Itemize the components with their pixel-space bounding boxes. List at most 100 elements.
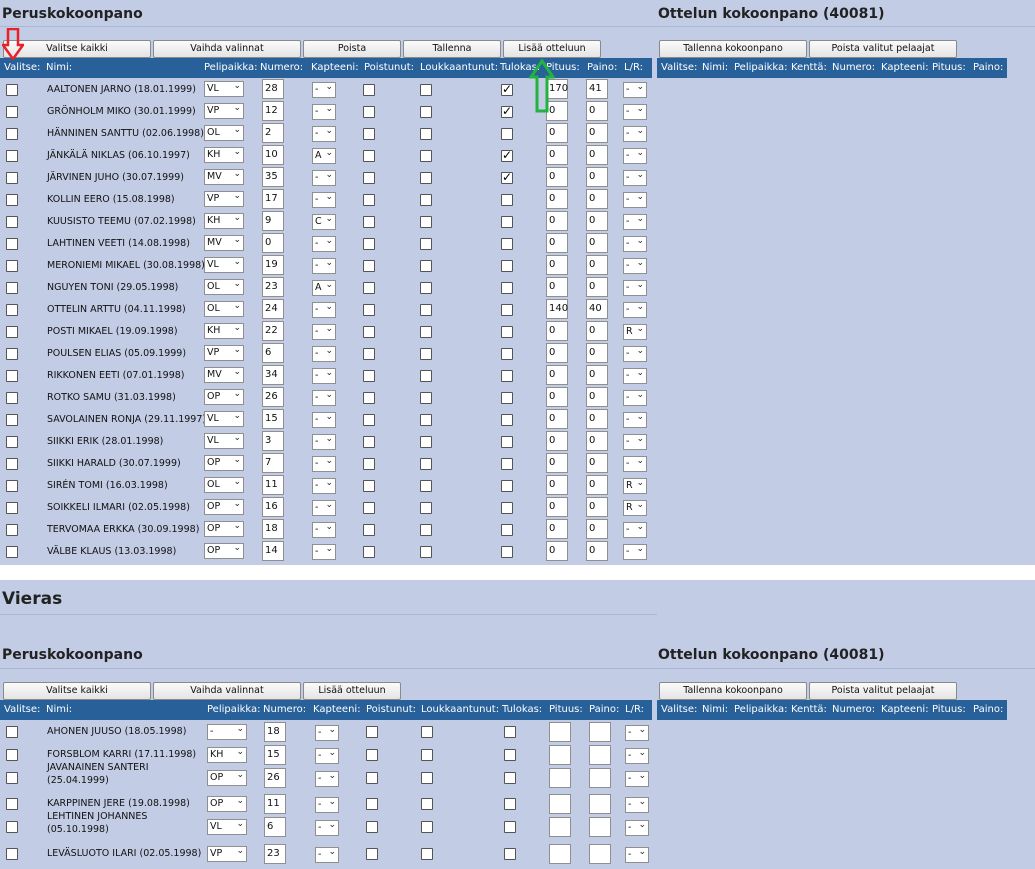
injured-checkbox[interactable] xyxy=(420,304,432,316)
select-checkbox[interactable] xyxy=(6,282,18,294)
match-col-name[interactable]: Nimi: xyxy=(702,62,728,73)
col-weight[interactable]: Paino: xyxy=(587,62,617,73)
lr-select[interactable]: - ⌄ xyxy=(623,522,647,538)
left-team-checkbox[interactable] xyxy=(366,848,378,860)
weight-input[interactable]: 0 xyxy=(586,277,608,297)
weight-input[interactable]: 0 xyxy=(586,343,608,363)
match-col-captain[interactable]: Kapteeni: xyxy=(881,62,929,73)
left-team-checkbox[interactable] xyxy=(363,546,375,558)
newcomer-checkbox[interactable] xyxy=(501,370,513,382)
position-select[interactable]: VL ⌄ xyxy=(204,411,244,427)
match-col-weight[interactable]: Paino: xyxy=(973,704,1003,715)
remove-button[interactable]: Poista xyxy=(303,40,401,58)
weight-input[interactable] xyxy=(589,817,611,837)
left-team-checkbox[interactable] xyxy=(363,238,375,250)
col-height[interactable]: Pituus: xyxy=(549,704,583,715)
select-checkbox[interactable] xyxy=(6,238,18,250)
lr-select[interactable]: - ⌄ xyxy=(625,725,649,741)
captain-select[interactable]: - ⌄ xyxy=(312,346,336,362)
lr-select[interactable]: - ⌄ xyxy=(623,192,647,208)
lr-select[interactable]: - ⌄ xyxy=(623,390,647,406)
position-select[interactable]: KH ⌄ xyxy=(207,747,247,763)
col-captain[interactable]: Kapteeni: xyxy=(313,704,361,715)
position-select[interactable]: VP ⌄ xyxy=(207,846,247,862)
number-input[interactable]: 18 xyxy=(264,722,286,742)
height-input[interactable] xyxy=(549,794,571,814)
left-team-checkbox[interactable] xyxy=(366,821,378,833)
height-input[interactable]: 0 xyxy=(546,189,568,209)
injured-checkbox[interactable] xyxy=(420,392,432,404)
newcomer-checkbox[interactable] xyxy=(504,726,516,738)
away-invert-selection-button[interactable]: Vaihda valinnat xyxy=(153,682,301,700)
col-injured[interactable]: Loukkaantunut: xyxy=(421,704,499,715)
left-team-checkbox[interactable] xyxy=(363,216,375,228)
select-checkbox[interactable] xyxy=(6,414,18,426)
newcomer-checkbox[interactable] xyxy=(501,436,513,448)
captain-select[interactable]: - ⌄ xyxy=(312,544,336,560)
position-select[interactable]: OP ⌄ xyxy=(204,389,244,405)
height-input[interactable] xyxy=(549,745,571,765)
col-select[interactable]: Valitse: xyxy=(4,62,40,73)
injured-checkbox[interactable] xyxy=(421,726,433,738)
left-team-checkbox[interactable] xyxy=(366,749,378,761)
select-checkbox[interactable] xyxy=(6,106,18,118)
captain-select[interactable]: - ⌄ xyxy=(315,820,339,836)
number-input[interactable]: 9 xyxy=(262,211,284,231)
weight-input[interactable]: 41 xyxy=(586,79,608,99)
newcomer-checkbox[interactable] xyxy=(504,798,516,810)
height-input[interactable]: 0 xyxy=(546,365,568,385)
away-select-all-button[interactable]: Valitse kaikki xyxy=(3,682,151,700)
weight-input[interactable]: 0 xyxy=(586,123,608,143)
captain-select[interactable]: - ⌄ xyxy=(312,236,336,252)
col-position[interactable]: Pelipaikka: xyxy=(207,704,261,715)
height-input[interactable]: 0 xyxy=(546,541,568,561)
height-input[interactable]: 0 xyxy=(546,519,568,539)
lr-select[interactable]: R ⌄ xyxy=(623,478,647,494)
number-input[interactable]: 19 xyxy=(262,255,284,275)
height-input[interactable]: 0 xyxy=(546,343,568,363)
col-name[interactable]: Nimi: xyxy=(46,62,72,73)
number-input[interactable]: 0 xyxy=(262,233,284,253)
captain-select[interactable]: - ⌄ xyxy=(315,797,339,813)
weight-input[interactable]: 0 xyxy=(586,321,608,341)
number-input[interactable]: 6 xyxy=(262,343,284,363)
select-checkbox[interactable] xyxy=(6,436,18,448)
number-input[interactable]: 6 xyxy=(264,817,286,837)
away-save-lineup-button[interactable]: Tallenna kokoonpano xyxy=(659,682,807,700)
number-input[interactable]: 11 xyxy=(264,794,286,814)
newcomer-checkbox[interactable] xyxy=(504,821,516,833)
col-newcomer[interactable]: Tulokas: xyxy=(502,704,542,715)
captain-select[interactable]: - ⌄ xyxy=(315,847,339,863)
position-select[interactable]: VL ⌄ xyxy=(204,257,244,273)
col-left[interactable]: Poistunut: xyxy=(366,704,416,715)
lr-select[interactable]: - ⌄ xyxy=(623,280,647,296)
weight-input[interactable]: 0 xyxy=(586,189,608,209)
col-injured[interactable]: Loukkaantunut: xyxy=(420,62,498,73)
newcomer-checkbox[interactable] xyxy=(501,216,513,228)
newcomer-checkbox[interactable] xyxy=(501,392,513,404)
position-select[interactable]: OP ⌄ xyxy=(207,796,247,812)
captain-select[interactable]: - ⌄ xyxy=(312,192,336,208)
left-team-checkbox[interactable] xyxy=(363,436,375,448)
number-input[interactable]: 12 xyxy=(262,101,284,121)
number-input[interactable]: 24 xyxy=(262,299,284,319)
number-input[interactable]: 35 xyxy=(262,167,284,187)
weight-input[interactable]: 0 xyxy=(586,145,608,165)
injured-checkbox[interactable] xyxy=(420,172,432,184)
injured-checkbox[interactable] xyxy=(421,749,433,761)
captain-select[interactable]: A ⌄ xyxy=(312,280,336,296)
captain-select[interactable]: - ⌄ xyxy=(312,456,336,472)
select-checkbox[interactable] xyxy=(6,480,18,492)
weight-input[interactable]: 0 xyxy=(586,387,608,407)
weight-input[interactable] xyxy=(589,844,611,864)
weight-input[interactable]: 0 xyxy=(586,167,608,187)
captain-select[interactable]: - ⌄ xyxy=(312,500,336,516)
captain-select[interactable]: C ⌄ xyxy=(312,214,336,230)
height-input[interactable] xyxy=(549,844,571,864)
position-select[interactable]: OL ⌄ xyxy=(204,279,244,295)
number-input[interactable]: 26 xyxy=(264,768,286,788)
match-col-number[interactable]: Numero: xyxy=(832,62,875,73)
save-lineup-button[interactable]: Tallenna kokoonpano xyxy=(659,40,807,58)
left-team-checkbox[interactable] xyxy=(363,524,375,536)
height-input[interactable] xyxy=(549,722,571,742)
